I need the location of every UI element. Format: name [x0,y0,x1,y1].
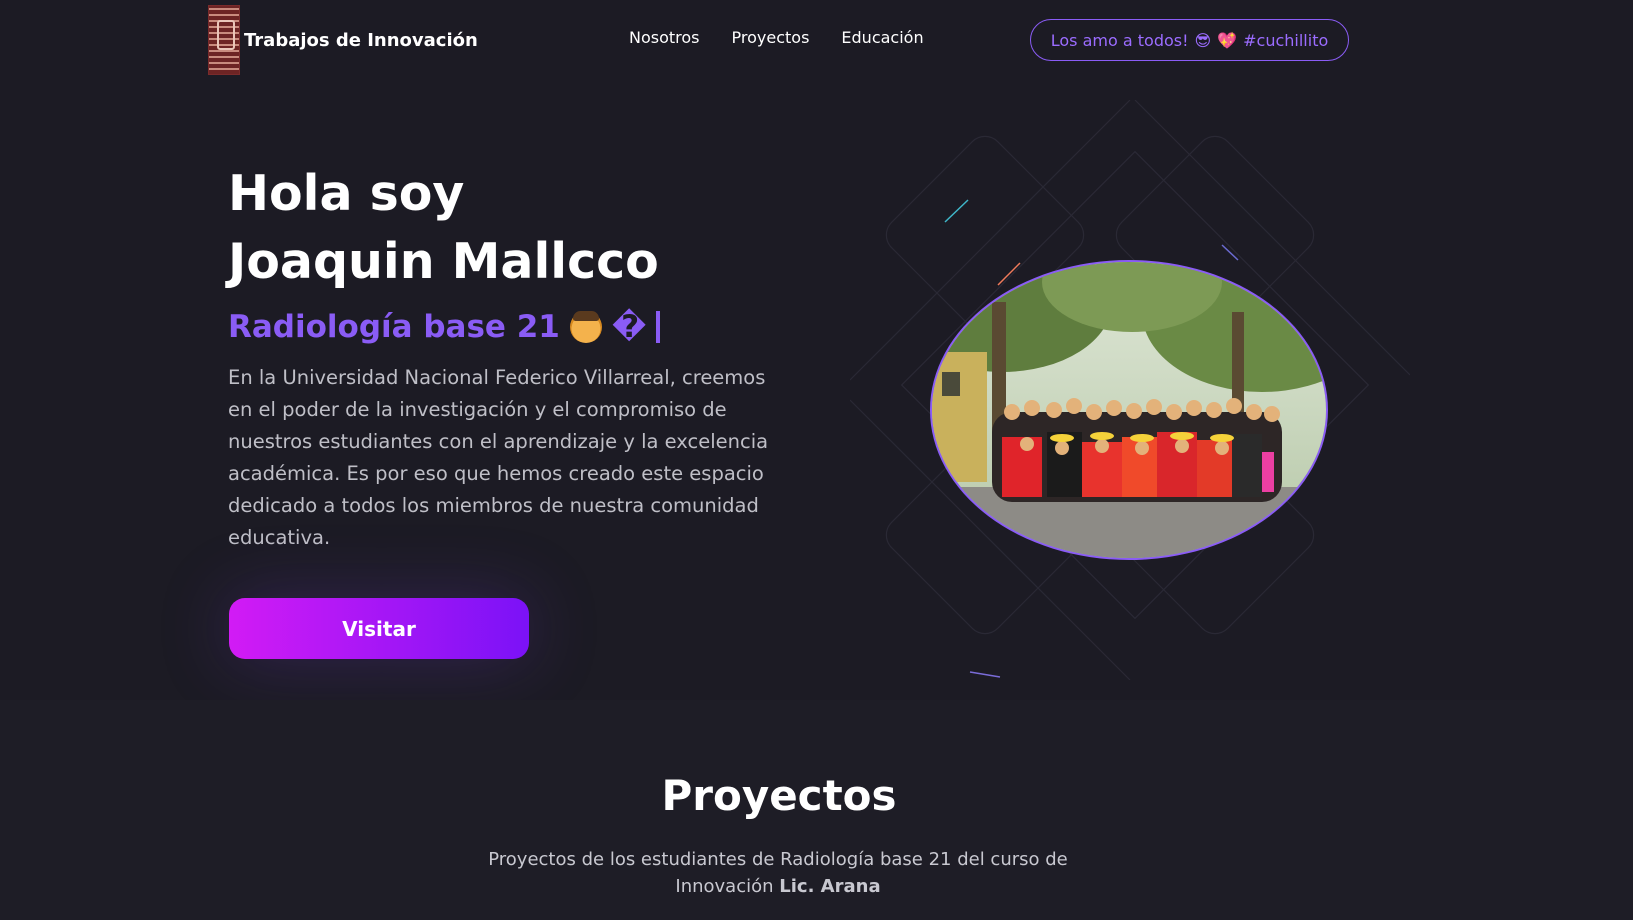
greeting-pill-button[interactable]: Los amo a todos! 😎 💖 #cuchillito [1030,19,1349,61]
face-emoji-icon [569,311,602,343]
hero-subtitle: Radiología base 21 � [228,309,661,345]
professor-name: Lic. Arana [779,876,881,897]
nav-link-proyectos[interactable]: Proyectos [732,28,810,47]
hero-title-line1: Hola soy [228,165,465,222]
meteor-line [969,671,1001,678]
group-photo [930,260,1328,560]
hero-title-line2: Joaquin Mallcco [228,233,659,290]
nav-link-nosotros[interactable]: Nosotros [629,28,700,47]
meteor-line [997,262,1021,286]
hero-title: Hola soy Joaquin Mallcco [228,160,659,296]
brand[interactable]: Trabajos de Innovación [208,5,478,75]
typing-caret [656,311,661,343]
pill-text: Los amo a todos! [1050,30,1189,50]
hero-description: En la Universidad Nacional Federico Vill… [228,366,769,549]
sunglasses-emoji-icon: 😎 [1194,30,1212,50]
heart-emoji-icon: 💖 [1217,30,1238,50]
top-nav: Trabajos de Innovación Nosotros Proyecto… [0,0,1633,80]
visit-button[interactable]: Visitar [229,598,529,659]
hero-subtitle-text: Radiología base 21 [228,309,560,345]
projects-title: Proyectos [661,771,897,820]
broken-glyph-icon: � [611,309,647,345]
nav-links: Nosotros Proyectos Educación [629,28,924,47]
nav-link-educacion[interactable]: Educación [841,28,923,47]
pill-hashtag: #cuchillito [1243,30,1329,50]
projects-description-text: Proyectos de los estudiantes de Radiolog… [488,849,1068,897]
brand-title: Trabajos de Innovación [244,29,478,51]
group-photo-illustration [932,262,1326,558]
projects-description: Proyectos de los estudiantes de Radiolog… [478,846,1078,900]
logo-icon [208,5,240,75]
meteor-line [944,199,969,223]
